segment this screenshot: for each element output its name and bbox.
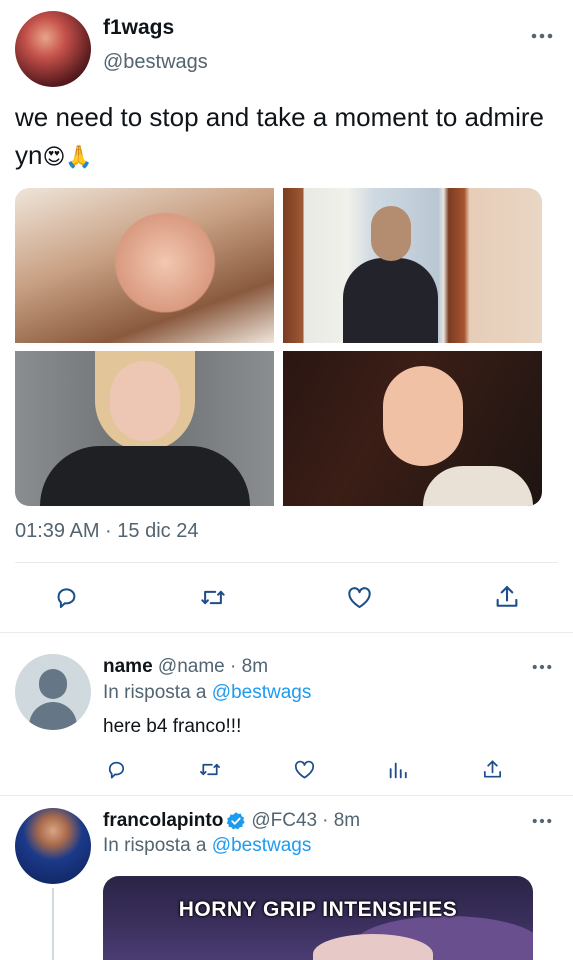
more-options-icon[interactable] xyxy=(531,32,553,40)
tweet-emojis: 😍🙏 xyxy=(42,144,93,169)
tweet-photo-3[interactable] xyxy=(15,351,274,506)
reply-icon[interactable] xyxy=(105,758,128,781)
tweet-text: we need to stop and take a moment to adm… xyxy=(15,98,555,176)
reply-header: francolapinto @FC43 · 8m xyxy=(103,810,360,832)
reply-context-prefix: In risposta a xyxy=(103,682,207,703)
reply-gif[interactable]: HORNY GRIP INTENSIFIES xyxy=(103,876,533,960)
share-icon[interactable] xyxy=(493,583,521,611)
thread-line xyxy=(52,888,54,960)
share-icon[interactable] xyxy=(481,758,504,781)
reply-icon[interactable] xyxy=(53,584,80,611)
reply-text: here b4 franco!!! xyxy=(103,716,242,737)
analytics-icon[interactable] xyxy=(387,759,409,781)
reply-context-handle[interactable]: @bestwags xyxy=(212,835,312,856)
reply-header: name @name · 8m xyxy=(103,656,268,678)
divider xyxy=(0,632,573,633)
tweet-timestamp: 01:39 AM · 15 dic 24 xyxy=(15,520,199,542)
author-avatar[interactable] xyxy=(15,11,91,87)
retweet-icon[interactable] xyxy=(197,758,223,781)
gif-caption: HORNY GRIP INTENSIFIES xyxy=(178,898,458,921)
divider xyxy=(15,562,558,563)
reply-context: In risposta a @bestwags xyxy=(103,682,311,704)
reply-context: In risposta a @bestwags xyxy=(103,835,311,857)
reply-context-prefix: In risposta a xyxy=(103,835,207,856)
author-handle[interactable]: @bestwags xyxy=(103,51,208,74)
reply-time: · 8m xyxy=(230,656,269,677)
like-icon[interactable] xyxy=(345,584,374,611)
more-options-icon[interactable] xyxy=(532,817,552,825)
tweet-body: we need to stop and take a moment to adm… xyxy=(15,102,544,170)
reply-author-avatar[interactable] xyxy=(15,808,91,884)
more-options-icon[interactable] xyxy=(532,663,552,671)
retweet-icon[interactable] xyxy=(198,584,228,611)
reply-author-name[interactable]: name xyxy=(103,656,153,677)
reply-context-handle[interactable]: @bestwags xyxy=(212,682,312,703)
divider xyxy=(0,795,573,796)
tweet-photo-4[interactable] xyxy=(283,351,542,506)
verified-badge-icon xyxy=(226,811,246,831)
reply-author-handle[interactable]: @FC43 xyxy=(251,810,317,832)
reply-avatar-default[interactable] xyxy=(15,654,91,730)
like-icon[interactable] xyxy=(292,758,317,781)
tweet-photo-1[interactable] xyxy=(15,188,274,343)
reply-author-handle[interactable]: @name xyxy=(158,656,225,677)
reply-time: · 8m xyxy=(322,810,361,831)
reply-author-name[interactable]: francolapinto xyxy=(103,810,223,832)
tweet-photo-2[interactable] xyxy=(283,188,542,343)
author-name[interactable]: f1wags xyxy=(103,16,174,40)
